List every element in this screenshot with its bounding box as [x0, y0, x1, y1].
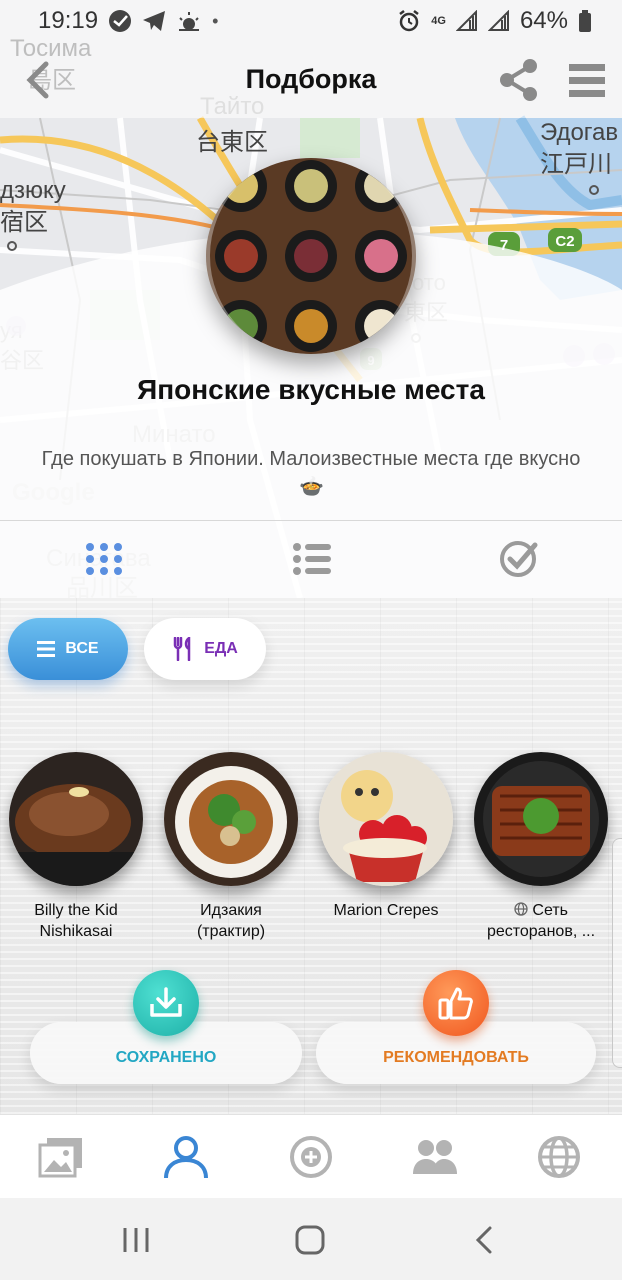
status-bar: 19:19 • 4G 64%	[0, 0, 622, 42]
collection-cover-photo	[206, 158, 416, 354]
tab-profile[interactable]	[162, 1133, 210, 1181]
alarm-icon	[399, 10, 420, 32]
back-arrow-icon	[475, 1226, 492, 1254]
saved-label: СОХРАНЕНО	[115, 1049, 217, 1066]
place-item[interactable]: Идзакия (трактир)	[161, 752, 301, 942]
add-circle-icon	[290, 1136, 332, 1178]
bottom-tab-bar	[0, 1114, 622, 1198]
dot-icon: •	[212, 10, 219, 31]
signal-icon-2	[487, 10, 509, 31]
collection-description: Где покушать в Японии. Малоизвестные мес…	[30, 446, 592, 500]
battery-icon	[579, 10, 591, 32]
people-icon	[413, 1140, 457, 1174]
home-icon	[295, 1225, 325, 1255]
tab-list-view[interactable]	[290, 539, 334, 579]
menu-button[interactable]	[568, 62, 606, 98]
checkmark-icon	[500, 541, 538, 577]
hamburger-icon	[569, 64, 605, 97]
gallery-icon	[38, 1138, 82, 1178]
collection-title: Японские вкусные места	[137, 374, 485, 405]
svg-text:C2: C2	[555, 233, 574, 250]
svg-text:дзюку: дзюку	[0, 177, 66, 204]
bowl-emoji: 🍲	[299, 476, 324, 498]
grid-icon	[86, 543, 122, 575]
view-mode-tabs	[0, 521, 622, 598]
battery-percent: 64%	[519, 7, 568, 34]
filter-all-chip[interactable]: ВСЕ	[8, 618, 128, 680]
place-name: Marion Crepes	[333, 902, 439, 919]
recent-apps-icon	[123, 1228, 149, 1252]
place-item[interactable]: Marion Crepes	[316, 752, 456, 921]
system-back-button[interactable]	[464, 1222, 504, 1258]
globe-icon	[538, 1136, 580, 1178]
horizontal-scroll-edge	[612, 838, 622, 1068]
telegram-icon	[143, 11, 166, 31]
signal-icon	[455, 10, 477, 31]
network-type: 4G	[431, 15, 446, 27]
tab-visited-view[interactable]	[496, 539, 540, 579]
recommend-circle-button[interactable]	[423, 970, 489, 1036]
place-name: Идзакия (трактир)	[196, 902, 266, 940]
place-photo	[319, 752, 453, 886]
tab-add[interactable]	[287, 1133, 335, 1181]
filter-food-chip[interactable]: ЕДА	[144, 618, 266, 680]
globe-small-icon	[514, 902, 528, 916]
filter-all-label: ВСЕ	[65, 640, 99, 657]
recent-apps-button[interactable]	[116, 1222, 156, 1258]
place-name: Billy the Kid Nishikasai	[34, 902, 118, 940]
tab-explore[interactable]	[535, 1133, 583, 1181]
tab-friends[interactable]	[411, 1133, 459, 1181]
tab-grid-view[interactable]	[82, 539, 126, 579]
svg-text:台東区: 台東区	[196, 129, 268, 156]
download-icon	[150, 987, 182, 1017]
svg-text:宿区: 宿区	[0, 209, 48, 236]
thumbs-up-icon	[438, 987, 473, 1020]
saved-circle-button[interactable]	[133, 970, 199, 1036]
places-section: ВСЕ ЕДА Billy the Kid Nishikasai Идзакия…	[0, 598, 622, 1114]
person-icon	[164, 1136, 208, 1179]
share-icon	[500, 59, 537, 101]
system-navigation-bar	[0, 1198, 622, 1280]
home-button[interactable]	[290, 1222, 330, 1258]
place-photo	[474, 752, 608, 886]
place-name: Сеть ресторанов, ...	[486, 902, 596, 940]
place-photo	[164, 752, 298, 886]
weather-icon	[179, 12, 200, 31]
fork-knife-icon	[173, 637, 191, 661]
share-button[interactable]	[498, 58, 540, 102]
list-lines-icon	[37, 641, 56, 657]
place-photo	[9, 752, 143, 886]
svg-text:江戸川: 江戸川	[540, 151, 612, 178]
filter-food-label: ЕДА	[204, 640, 238, 657]
status-time: 19:19	[38, 7, 99, 34]
collection-description-text: Где покушать в Японии. Малоизвестные мес…	[41, 448, 581, 470]
svg-text:Эдогав: Эдогав	[540, 119, 618, 146]
recommend-label: РЕКОМЕНДОВАТЬ	[383, 1049, 529, 1066]
sberbank-icon	[109, 10, 132, 32]
app-bar: Подборка	[0, 42, 622, 118]
tab-gallery[interactable]	[37, 1133, 85, 1181]
place-item[interactable]: Billy the Kid Nishikasai	[6, 752, 146, 942]
list-icon	[293, 543, 331, 575]
place-item[interactable]: Сеть ресторанов, ...	[471, 752, 611, 942]
